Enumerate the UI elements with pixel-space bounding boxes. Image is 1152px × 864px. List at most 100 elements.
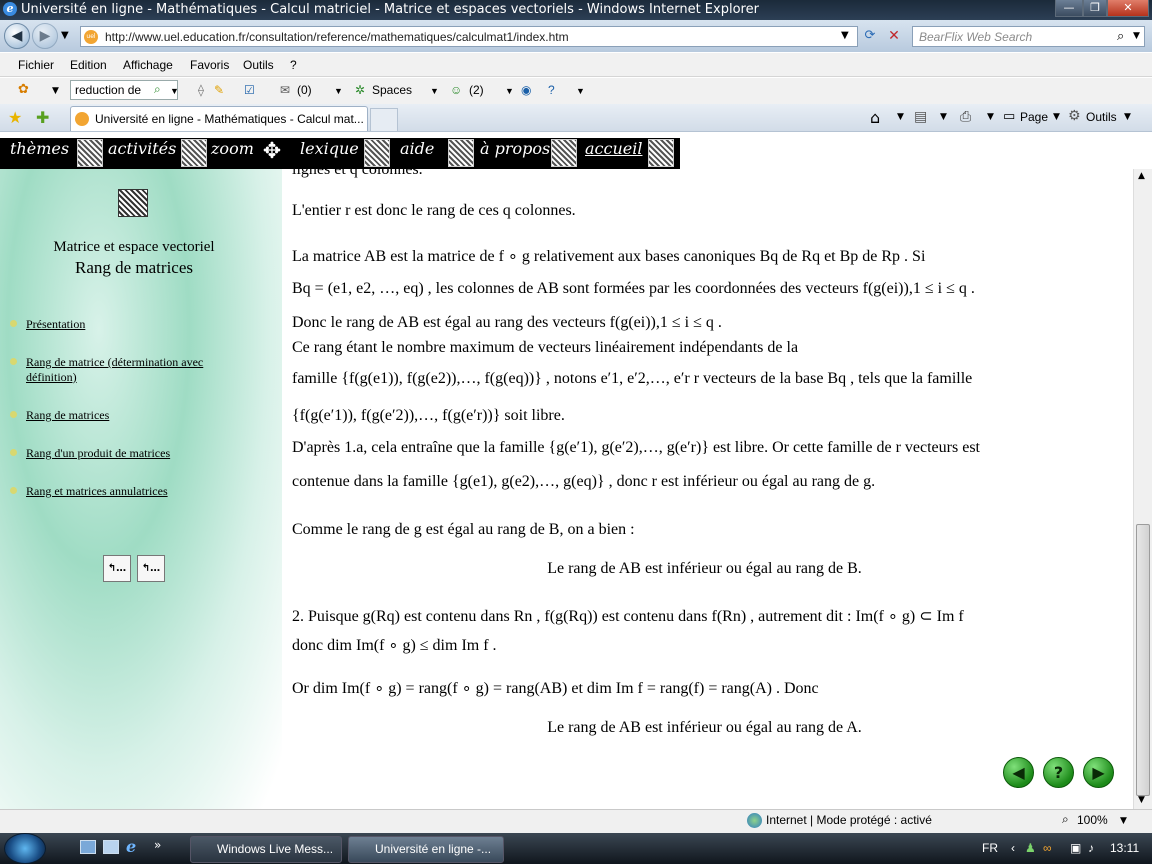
tab-label[interactable]: Université en ligne - Mathématiques - Ca… (95, 112, 364, 126)
search-box[interactable]: BearFlix Web Search ⌕ ▼ (912, 26, 1145, 47)
search-dropdown-icon[interactable]: ▼ (1133, 31, 1140, 41)
task-windows-live-messenger[interactable]: Windows Live Mess... (190, 836, 342, 863)
scroll-up-icon[interactable]: ▲ (1138, 171, 1145, 181)
main-content: lignes et q colonnes. L'entier r est don… (292, 169, 1127, 809)
ie-quicklaunch-icon[interactable]: e (126, 837, 136, 856)
menu-outils[interactable]: Outils (243, 58, 274, 72)
history-dropdown-icon[interactable]: ▼ (61, 30, 69, 41)
help-dropdown-icon[interactable]: ▼ (576, 86, 585, 96)
address-bar[interactable]: uel http://www.uel.education.fr/consulta… (80, 26, 858, 47)
activites-icon[interactable] (181, 139, 207, 167)
nav-aide[interactable]: aide (400, 138, 434, 169)
mail-dropdown-icon[interactable]: ▼ (334, 86, 343, 96)
feeds-dropdown-icon[interactable]: ▼ (940, 112, 947, 122)
messenger-tray-icon[interactable]: ♟ (1025, 841, 1036, 855)
toolbar-dropdown-icon[interactable]: ▼ (52, 86, 59, 96)
tray-expand-icon[interactable]: ‹ (1011, 841, 1015, 855)
address-url[interactable]: http://www.uel.education.fr/consultation… (105, 30, 569, 44)
windows-live-icon[interactable]: ✿ (18, 82, 29, 97)
nav-themes[interactable]: thèmes (10, 138, 69, 169)
print-dropdown-icon[interactable]: ▼ (987, 112, 994, 122)
feeds-icon[interactable]: ▤ (914, 109, 927, 125)
nav-activites[interactable]: activités (108, 138, 176, 169)
stop-icon[interactable]: ✕ (884, 28, 904, 46)
lexique-icon[interactable] (364, 139, 390, 167)
page-icon[interactable]: ▭ (1003, 109, 1015, 124)
refresh-icon[interactable]: ⟳ (860, 28, 880, 46)
spaces-icon[interactable]: ✲ (355, 83, 365, 97)
network-icon[interactable]: ▣ (1070, 841, 1081, 855)
zoom-dropdown-icon[interactable]: ▼ (1120, 816, 1127, 826)
back-button[interactable]: ◀ (4, 23, 30, 49)
close-button[interactable]: ✕ (1107, 0, 1149, 17)
highlight-icon[interactable]: ⟠ (198, 83, 204, 97)
previous-page-button[interactable]: ◀ (1003, 757, 1034, 788)
search-placeholder[interactable]: BearFlix Web Search (919, 30, 1032, 44)
previous-up-icon[interactable]: ↰… (137, 555, 165, 582)
toolbar-search-input[interactable]: reduction de (70, 80, 178, 100)
tools-dropdown-icon[interactable]: ▼ (1124, 112, 1131, 122)
spaces-label[interactable]: Spaces (372, 83, 412, 97)
help-question-button[interactable]: ? (1043, 757, 1074, 788)
tab-current[interactable]: Université en ligne - Mathématiques - Ca… (70, 106, 368, 131)
toolbar-search-icon[interactable]: ⌕ (154, 82, 161, 97)
zoom-level[interactable]: 100% (1077, 813, 1108, 827)
scroll-down-icon[interactable]: ▼ (1138, 795, 1145, 805)
show-desktop-icon[interactable] (80, 840, 96, 854)
start-button[interactable] (4, 833, 46, 864)
help-icon[interactable]: ? (548, 83, 555, 97)
edit-icon[interactable]: ☑ (244, 83, 255, 97)
spaces-dropdown-icon[interactable]: ▼ (430, 86, 439, 96)
menu-help[interactable]: ? (290, 58, 297, 72)
quicklaunch-more-icon[interactable]: » (154, 838, 161, 852)
mail-count[interactable]: (0) (297, 83, 312, 97)
aide-icon[interactable] (448, 139, 474, 167)
zoom-arrows-icon[interactable]: ✥ (259, 139, 285, 167)
mail-icon[interactable]: ✉ (280, 83, 290, 97)
tools-gear-icon[interactable]: ⚙ (1068, 108, 1081, 124)
zoom-icon[interactable]: ⌕ (1062, 812, 1069, 827)
content-line: D'après 1.a, cela entraîne que la famill… (292, 439, 980, 456)
favorites-star-icon[interactable]: ★ (8, 108, 22, 127)
contacts-icon[interactable]: ☺ (450, 83, 462, 97)
minimize-button[interactable]: — (1055, 0, 1083, 17)
toolbar-search-dropdown-icon[interactable]: ▼ (170, 86, 179, 96)
maximize-button[interactable]: ❐ (1083, 0, 1107, 17)
tools-menu[interactable]: Outils (1086, 110, 1117, 124)
switch-windows-icon[interactable] (103, 840, 119, 854)
pen-icon[interactable]: ✎ (214, 83, 224, 97)
accueil-icon[interactable] (648, 139, 674, 167)
task-internet-explorer[interactable]: Université en ligne -... (348, 836, 504, 863)
new-tab-button[interactable] (370, 108, 398, 131)
nav-lexique[interactable]: lexique (300, 138, 359, 169)
menu-favoris[interactable]: Favoris (190, 58, 229, 72)
menu-affichage[interactable]: Affichage (123, 58, 173, 72)
a-propos-icon[interactable] (551, 139, 577, 167)
next-page-button[interactable]: ▶ (1083, 757, 1114, 788)
back-up-icon[interactable]: ↰… (103, 555, 131, 582)
themes-icon[interactable] (77, 139, 103, 167)
nav-zoom[interactable]: zoom (211, 138, 254, 169)
tray-app-icon[interactable]: ∞ (1043, 841, 1052, 855)
menu-fichier[interactable]: Fichier (18, 58, 54, 72)
volume-icon[interactable]: ♪ (1088, 841, 1094, 855)
contacts-dropdown-icon[interactable]: ▼ (505, 86, 514, 96)
forward-button[interactable]: ▶ (32, 23, 58, 49)
search-icon[interactable]: ⌕ (1117, 29, 1124, 44)
print-icon[interactable]: ⎙ (960, 109, 971, 125)
home-dropdown-icon[interactable]: ▼ (897, 112, 904, 122)
language-indicator[interactable]: FR (982, 841, 998, 855)
vertical-scrollbar[interactable]: ▲ ▼ (1133, 169, 1152, 809)
home-icon[interactable]: ⌂ (870, 108, 880, 127)
sync-icon[interactable]: ◉ (521, 83, 531, 97)
clock[interactable]: 13:11 (1110, 841, 1139, 855)
scroll-thumb[interactable] (1136, 524, 1150, 796)
address-dropdown-icon[interactable]: ▼ (841, 30, 849, 41)
contacts-count[interactable]: (2) (469, 83, 484, 97)
nav-a-propos[interactable]: à propos (480, 138, 550, 169)
add-favorite-icon[interactable]: ✚ (36, 108, 49, 127)
page-dropdown-icon[interactable]: ▼ (1053, 112, 1060, 122)
page-menu[interactable]: Page (1020, 110, 1048, 124)
nav-accueil[interactable]: accueil (585, 138, 642, 169)
menu-edition[interactable]: Edition (70, 58, 107, 72)
